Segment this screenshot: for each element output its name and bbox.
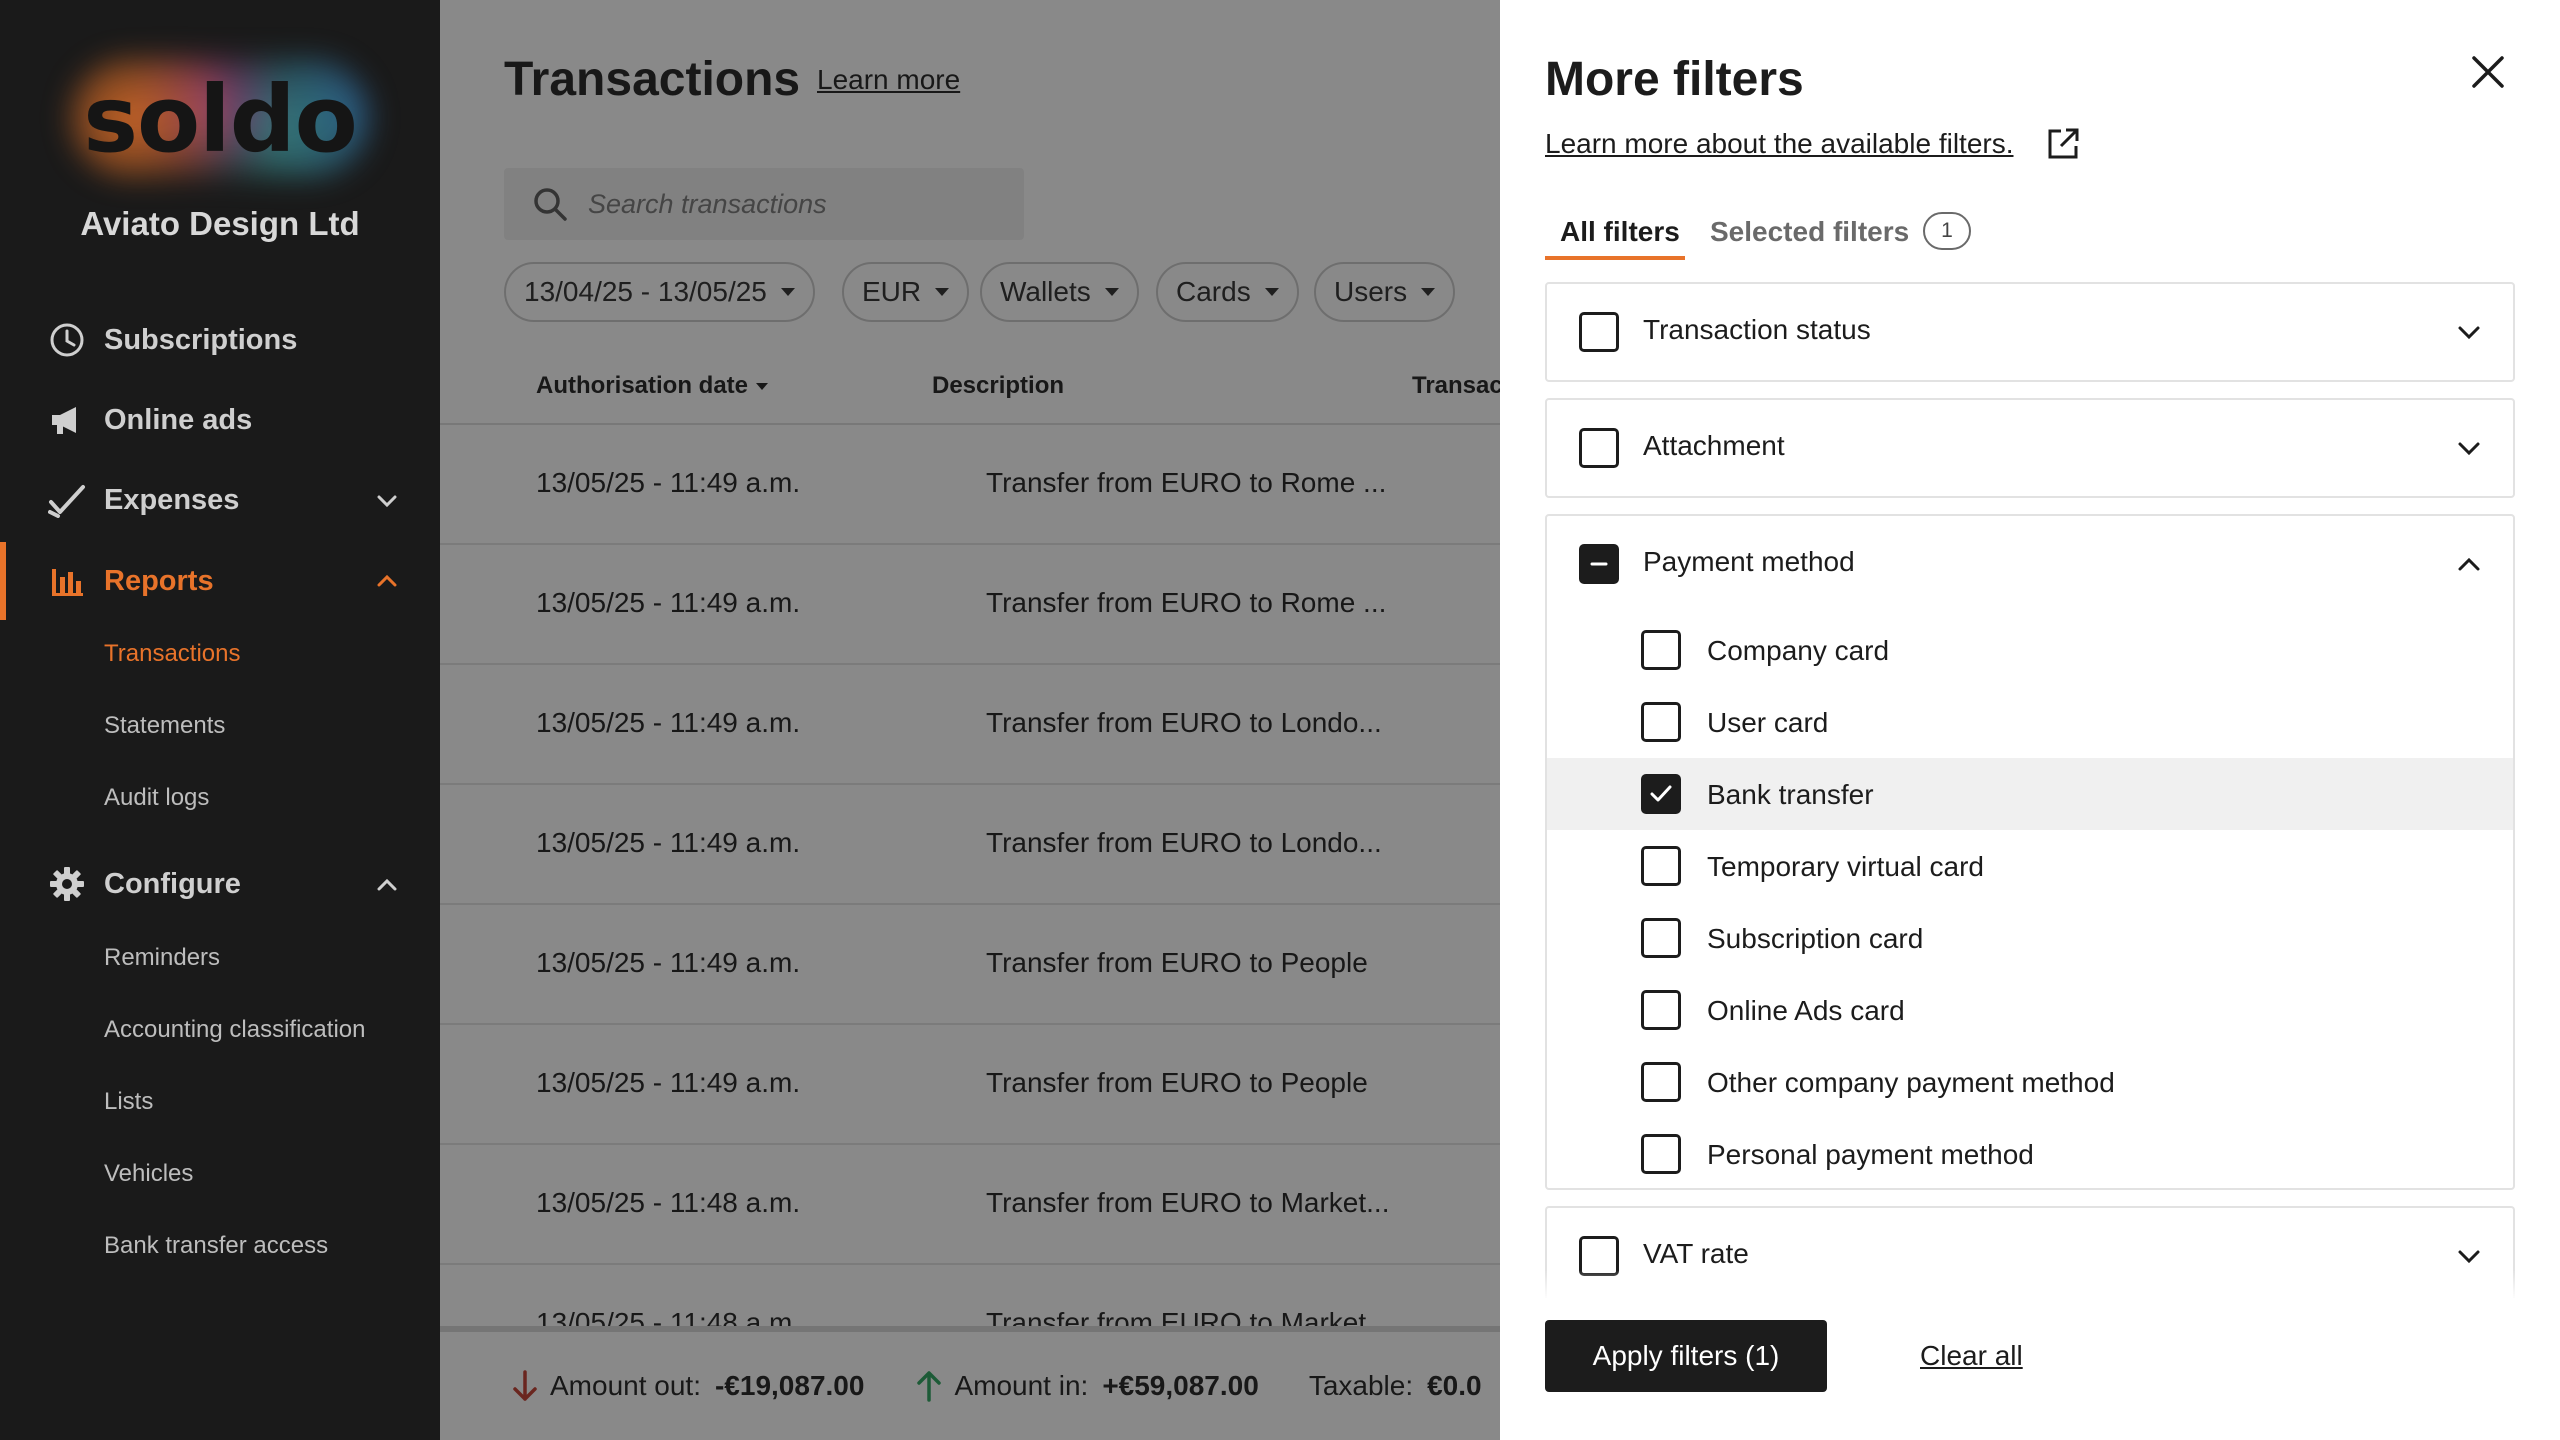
option-label: Subscription card (1707, 923, 1924, 954)
section-label: VAT rate (1643, 1238, 1749, 1269)
option-checkbox[interactable] (1641, 1062, 1681, 1102)
checkmark-icon (48, 481, 86, 519)
tab-selected-filters[interactable]: Selected filters (1710, 216, 1909, 248)
sidebar-subitem-reminders[interactable]: Reminders (104, 944, 220, 972)
sidebar-subitem-lists[interactable]: Lists (104, 1088, 153, 1116)
logo-text: soldo (83, 66, 358, 173)
chevron-down-icon[interactable] (2455, 318, 2483, 346)
option-checkbox[interactable] (1641, 1134, 1681, 1174)
option-temporary-virtual-card[interactable]: Temporary virtual card (1547, 830, 2513, 902)
bar-chart-icon (48, 562, 86, 600)
selected-count-badge: 1 (1923, 212, 1971, 250)
section-header[interactable]: Transaction status (1547, 284, 2513, 380)
section-checkbox[interactable] (1579, 312, 1619, 352)
sidebar-subitem-transactions[interactable]: Transactions (104, 640, 241, 668)
minus-icon (1590, 562, 1608, 566)
clear-all-button[interactable]: Clear all (1920, 1340, 2023, 1372)
tab-all-filters[interactable]: All filters (1560, 216, 1680, 248)
sidebar-subitem-accounting-classification[interactable]: Accounting classification (104, 1016, 365, 1044)
chevron-down-icon[interactable] (2455, 1242, 2483, 1270)
option-personal-payment-method[interactable]: Personal payment method (1547, 1118, 2513, 1190)
chevron-up-icon[interactable] (2455, 550, 2483, 578)
active-tab-underline (1545, 256, 1685, 260)
chevron-up-icon[interactable] (374, 568, 400, 594)
check-icon (1650, 785, 1672, 802)
option-label: Company card (1707, 635, 1890, 666)
option-label: User card (1707, 707, 1829, 738)
more-filters-drawer: More filters Learn more about the availa… (1500, 0, 2560, 1440)
sidebar-item-label: Expenses (104, 483, 240, 516)
sidebar: soldo Aviato Design Ltd Subscriptions On… (0, 0, 440, 1440)
clock-icon (48, 321, 86, 359)
section-checkbox-indeterminate[interactable] (1579, 544, 1619, 584)
filters-help-link[interactable]: Learn more about the available filters. (1545, 128, 2014, 160)
sidebar-item-label: Reports (104, 564, 214, 597)
scroll-fade (1500, 1270, 2560, 1300)
option-subscription-card[interactable]: Subscription card (1547, 902, 2513, 974)
option-label: Bank transfer (1707, 779, 1874, 810)
option-checkbox-checked[interactable] (1641, 774, 1681, 814)
option-user-card[interactable]: User card (1547, 686, 2513, 758)
modal-backdrop[interactable] (440, 0, 1500, 1440)
apply-filters-button[interactable]: Apply filters (1) (1545, 1320, 1827, 1392)
soldo-logo[interactable]: soldo (70, 58, 370, 178)
chevron-down-icon[interactable] (374, 488, 400, 514)
option-checkbox[interactable] (1641, 630, 1681, 670)
section-header[interactable]: Attachment (1547, 400, 2513, 496)
chevron-down-icon[interactable] (2455, 434, 2483, 462)
sidebar-subitem-statements[interactable]: Statements (104, 712, 225, 740)
external-link-icon[interactable] (2045, 126, 2081, 162)
filter-section-attachment: Attachment (1545, 398, 2515, 498)
option-checkbox[interactable] (1641, 990, 1681, 1030)
section-label: Payment method (1643, 546, 1855, 577)
sidebar-item-configure[interactable]: Configure (48, 859, 241, 909)
sidebar-item-online-ads[interactable]: Online ads (48, 395, 252, 445)
sidebar-item-subscriptions[interactable]: Subscriptions (48, 315, 297, 365)
option-label: Temporary virtual card (1707, 851, 1984, 882)
option-other-company-payment-method[interactable]: Other company payment method (1547, 1046, 2513, 1118)
filter-section-transaction-status: Transaction status (1545, 282, 2515, 382)
sidebar-subitem-bank-transfer-access[interactable]: Bank transfer access (104, 1232, 328, 1260)
filter-section-payment-method: Payment method Company card User card Ba… (1545, 514, 2515, 1190)
sidebar-item-expenses[interactable]: Expenses (48, 475, 239, 525)
option-company-card[interactable]: Company card (1547, 614, 2513, 686)
option-label: Other company payment method (1707, 1067, 2115, 1098)
sidebar-item-reports[interactable]: Reports (48, 556, 214, 606)
sidebar-item-label: Subscriptions (104, 323, 298, 356)
option-checkbox[interactable] (1641, 702, 1681, 742)
sidebar-subitem-vehicles[interactable]: Vehicles (104, 1160, 193, 1188)
option-checkbox[interactable] (1641, 846, 1681, 886)
section-checkbox[interactable] (1579, 428, 1619, 468)
gear-icon (48, 865, 86, 903)
chevron-up-icon[interactable] (374, 872, 400, 898)
section-label: Transaction status (1643, 314, 1871, 345)
company-name: Aviato Design Ltd (80, 205, 360, 242)
close-icon[interactable] (2466, 50, 2510, 94)
option-bank-transfer[interactable]: Bank transfer (1547, 758, 2513, 830)
option-online-ads-card[interactable]: Online Ads card (1547, 974, 2513, 1046)
option-label: Online Ads card (1707, 995, 1905, 1026)
section-header[interactable]: Payment method (1547, 516, 2513, 612)
option-checkbox[interactable] (1641, 918, 1681, 958)
drawer-title: More filters (1545, 53, 1804, 106)
sidebar-item-label: Configure (104, 867, 241, 900)
sidebar-subitem-audit-logs[interactable]: Audit logs (104, 784, 209, 812)
section-label: Attachment (1643, 430, 1785, 461)
megaphone-icon (48, 401, 86, 439)
active-indicator (0, 542, 6, 620)
option-label: Personal payment method (1707, 1139, 2034, 1170)
sidebar-item-label: Online ads (104, 403, 253, 436)
